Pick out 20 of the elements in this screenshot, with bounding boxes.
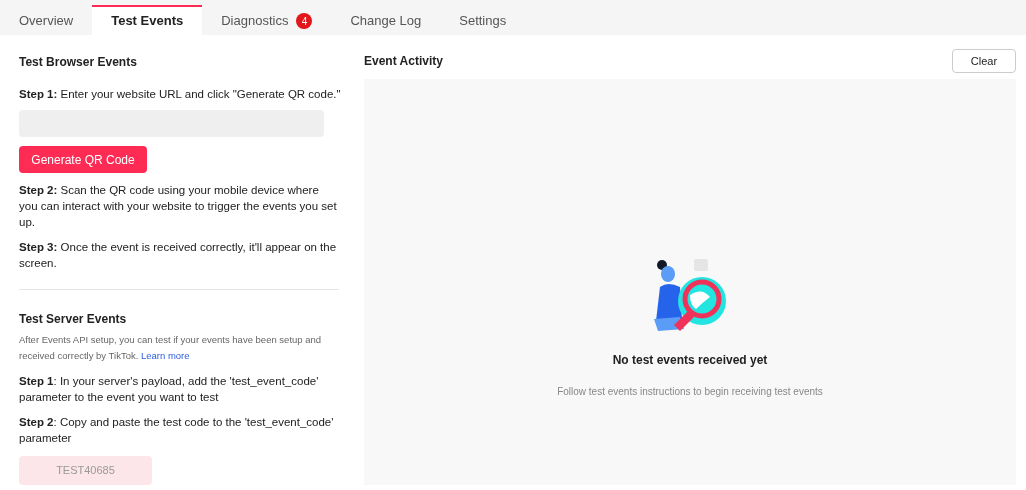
step-text: Step 2: Scan the QR code using your mobile device where you can interact with your website to trigger the events you set up. (19, 183, 338, 230)
count-badge: 4 (296, 13, 313, 29)
tab[interactable]: Settings (440, 5, 526, 35)
empty-state-title: No test events received yet (612, 352, 768, 369)
step-text: Step 1: In your server's payload, add the 'test_event_code' parameter to the event you want to test (19, 374, 320, 405)
tab[interactable]: Overview (0, 5, 93, 35)
step-text: Step 3: Once the event is received correctly, it'll appear on the screen. (19, 240, 338, 271)
section-title: Event Activity (364, 53, 443, 70)
step-text: Step 2: Copy and paste the test code to the 'test_event_code' parameter (19, 415, 335, 446)
description-text: After Events API setup, you can test if your events have been setup and received correctly by TikTok. Learn more (19, 333, 323, 363)
empty-state-hint: Follow test events instructions to begin receiving test events (557, 385, 823, 399)
learn-more-link[interactable]: Learn more (140, 350, 190, 361)
step-text: Step 1: Enter your website URL and click "Generate QR code." (19, 87, 339, 102)
generate-qr-code-button[interactable]: Generate QR Code (19, 146, 147, 173)
section-title: Test Browser Events (19, 54, 138, 69)
section-title: Test Server Events (19, 311, 128, 328)
tab[interactable]: Test Events (92, 5, 203, 35)
tab[interactable]: Change Log (331, 5, 441, 35)
clear-button[interactable]: Clear (952, 49, 1016, 73)
tab[interactable]: Diagnostics 4 (202, 5, 332, 35)
